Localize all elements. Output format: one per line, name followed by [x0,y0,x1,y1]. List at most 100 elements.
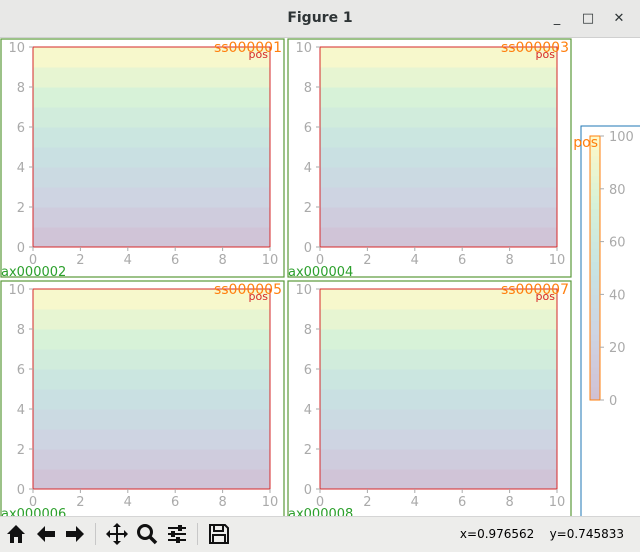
colorbar-band [590,235,600,243]
x-tick-label: 6 [171,495,179,510]
x-tick-label: 4 [124,253,132,268]
y-tick-label: 0 [17,241,25,256]
colorbar-band [590,268,600,276]
heatmap-band [33,127,270,148]
heatmap-band [320,87,557,108]
x-tick-label: 10 [262,495,279,510]
y-tick-label: 2 [304,443,312,458]
y-tick-label: 6 [17,121,25,136]
heatmap-band [33,67,270,88]
subplot-panel: 0 2 4 6 8 100246810 ss000007posax000008 [287,280,572,522]
colorbar-band [590,353,600,361]
colorbar-tick-label: 60 [609,236,626,251]
axes-label: ax000002 [1,265,66,280]
y-tick-label: 4 [304,161,312,176]
heatmap-band [33,389,270,410]
colorbar-band [590,314,600,322]
colorbar-band [590,334,600,342]
heatmap-band [320,309,557,330]
colorbar-band [590,340,600,348]
heatmap-band [320,389,557,410]
heatmap-band [33,369,270,390]
y-tick-label: 0 [17,483,25,498]
x-tick-label: 10 [549,253,566,268]
colorbar-band [590,287,600,295]
configure-subplots-icon[interactable] [165,522,189,546]
heatmap-band [320,449,557,470]
colorbar-band [590,162,600,170]
x-tick-label: 6 [458,253,466,268]
colorbar-band [590,241,600,249]
x-tick-label: 8 [505,253,513,268]
heatmap-band [320,127,557,148]
heatmap-band [320,187,557,208]
minimize-button[interactable]: _ [547,9,567,29]
colorbar-band [590,202,600,210]
home-icon[interactable] [4,522,28,546]
colorbar-band [590,294,600,302]
x-tick-label: 6 [171,253,179,268]
colorbar-band [590,215,600,223]
y-tick-label: 2 [17,201,25,216]
heatmap-band [320,469,557,490]
subplot-panel: 0 2 4 6 8 100246810 ss000001posax000002 [0,38,285,280]
y-tick-label: 2 [17,443,25,458]
close-button[interactable]: ✕ [609,9,629,29]
y-tick-label: 10 [8,283,25,298]
colorbar-band [590,274,600,282]
title-bar: Figure 1 _ □ ✕ [0,0,640,38]
y-tick-label: 6 [17,363,25,378]
x-tick-label: 2 [363,495,371,510]
y-tick-label: 4 [17,403,25,418]
y-tick-label: 10 [8,41,25,56]
heatmap-band [33,449,270,470]
toolbar-separator [197,523,198,545]
y-tick-label: 6 [304,363,312,378]
y-tick-label: 8 [17,81,25,96]
y-tick-label: 4 [304,403,312,418]
heatmap-band [320,107,557,128]
heatmap-band [33,409,270,430]
x-tick-label: 2 [363,253,371,268]
colorbar-tick-label: 80 [609,183,626,198]
save-icon[interactable] [207,522,231,546]
zoom-icon[interactable] [135,522,159,546]
y-tick-label: 10 [295,283,312,298]
colorbar-tick-label: 20 [609,341,626,356]
colorbar-band [590,261,600,269]
forward-icon[interactable] [63,522,87,546]
x-tick-label: 8 [218,253,226,268]
colorbar-tick-label: 100 [609,130,634,145]
colorbar-band [590,281,600,289]
pan-icon[interactable] [105,522,129,546]
x-tick-label: 4 [124,495,132,510]
colorbar-band [590,360,600,368]
colorbar-tick-label: 40 [609,288,626,303]
heatmap-band [33,107,270,128]
colorbar-band [590,248,600,256]
heatmap-band [33,147,270,168]
y-tick-label: 0 [304,241,312,256]
maximize-button[interactable]: □ [578,9,598,29]
image-label: pos [249,290,269,303]
heatmap-band [320,207,557,228]
y-tick-label: 8 [304,81,312,96]
colorbar-band [590,307,600,315]
colorbar-band [590,373,600,381]
image-label: pos [249,48,269,61]
back-icon[interactable] [34,522,58,546]
heatmap-band [320,429,557,450]
heatmap-band [320,147,557,168]
heatmap-band [33,227,270,248]
heatmap-band [33,167,270,188]
colorbar-band [590,393,600,401]
x-tick-label: 8 [218,495,226,510]
x-tick-label: 4 [411,253,419,268]
heatmap-band [33,329,270,350]
colorbar-band [590,169,600,177]
heatmap-band [320,349,557,370]
colorbar-band [590,188,600,196]
figure-canvas[interactable]: 0 2 4 6 8 10 0 2 4 6 8 10 ss000001 pos ax000002 0 2 4 6 8 10… [0,38,640,522]
x-tick-label: 2 [76,253,84,268]
y-tick-label: 4 [17,161,25,176]
